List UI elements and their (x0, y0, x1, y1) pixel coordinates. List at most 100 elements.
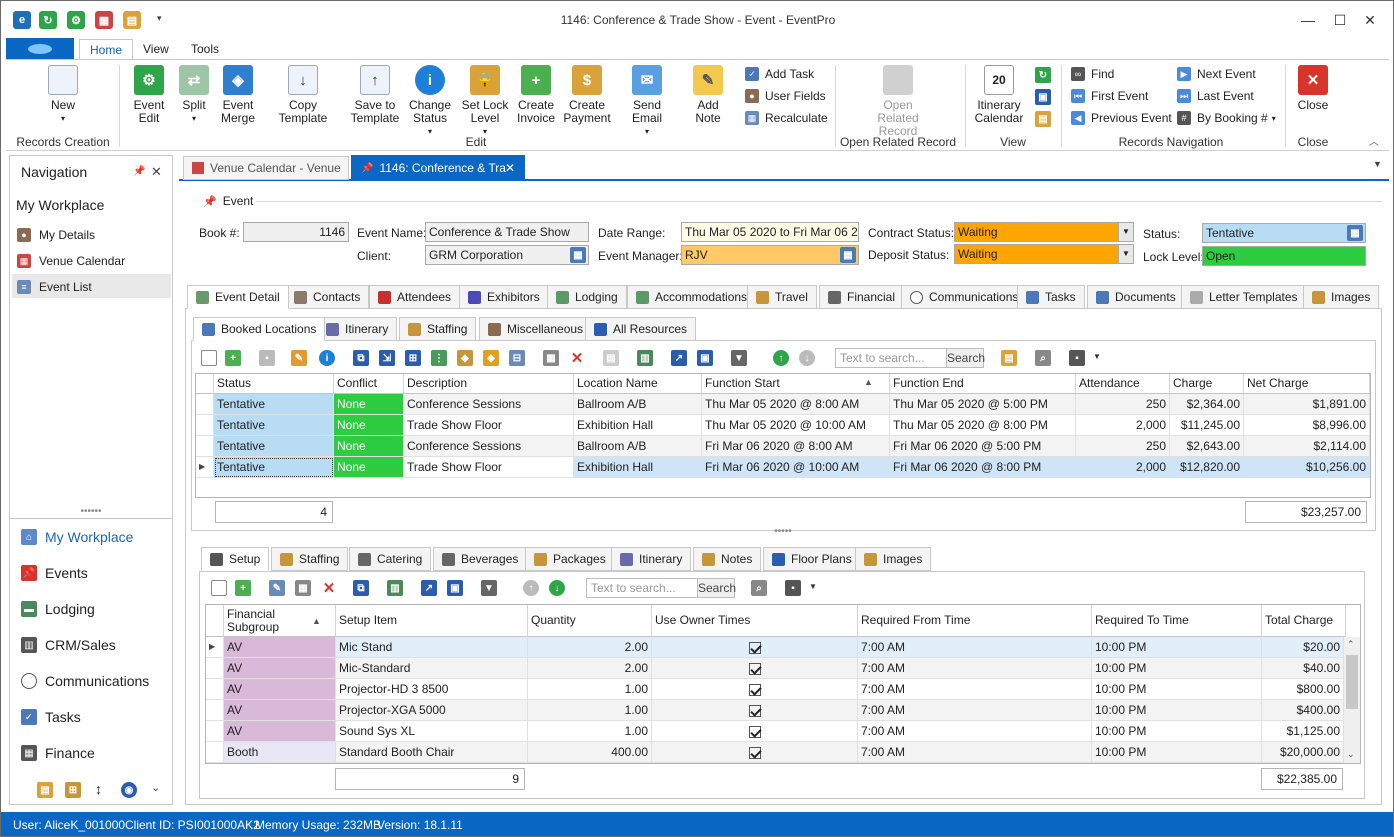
itinerary-calendar-button[interactable]: 20 Itinerary Calendar (973, 65, 1025, 125)
row-indicator[interactable] (206, 679, 224, 700)
table-cell[interactable]: $2,643.00 (1170, 436, 1244, 457)
table-cell[interactable]: Mic Stand (336, 637, 528, 658)
table-cell[interactable]: AV (224, 721, 336, 742)
column-header[interactable]: Setup Item (336, 605, 528, 637)
event-manager-field[interactable]: RJV (681, 245, 859, 265)
column-header[interactable]: Total Charge (1262, 605, 1346, 637)
table-cell[interactable]: Sound Sys XL (336, 721, 528, 742)
tab-contacts[interactable]: Contacts (285, 285, 370, 309)
deposit-dropdown-icon[interactable]: ▼ (1118, 245, 1133, 263)
export-icon[interactable]: ↗ (671, 350, 687, 366)
tab-setup[interactable]: Setup (201, 547, 270, 571)
tab-event-detail[interactable]: Event Detail (187, 285, 289, 309)
collapse-ribbon-icon[interactable]: ︿ (1369, 133, 1379, 148)
tag-icon[interactable]: ◈ (483, 350, 499, 366)
table-cell[interactable]: 1.00 (528, 721, 652, 742)
table-cell[interactable]: 10:00 PM (1092, 700, 1262, 721)
save-layout-icon[interactable]: ▪ (785, 580, 801, 596)
close-pane-icon[interactable]: ✕ (151, 164, 162, 180)
table-cell[interactable]: Thu Mar 05 2020 @ 8:00 AM (702, 394, 890, 415)
tab-itinerary[interactable]: Itinerary (317, 317, 398, 341)
refresh-view-icon[interactable]: ↻ (1035, 67, 1051, 83)
table-cell[interactable]: Tentative (214, 415, 334, 436)
nav-my-details[interactable]: ● My Details (17, 228, 95, 242)
event-edit-qat-icon[interactable]: ⚙ (67, 11, 85, 29)
table-cell[interactable]: 250 (1076, 394, 1170, 415)
table-cell[interactable]: 2.00 (528, 658, 652, 679)
row-indicator[interactable] (206, 700, 224, 721)
table-cell[interactable]: $12,820.00 (1170, 457, 1244, 478)
copy-location-icon[interactable]: ⧉ (353, 350, 369, 366)
checkmark-icon[interactable] (748, 725, 761, 738)
table-cell[interactable]: 7:00 AM (858, 742, 1092, 763)
table-cell[interactable]: Thu Mar 05 2020 @ 5:00 PM (890, 394, 1076, 415)
checkmark-icon[interactable] (748, 683, 761, 696)
open-related-record-button[interactable]: Open Related Record (859, 65, 937, 138)
status-lookup-icon[interactable]: ▦ (1347, 225, 1363, 241)
table-cell[interactable]: $1,125.00 (1262, 721, 1344, 742)
layout-dropdown-icon[interactable]: ▼ (1093, 352, 1101, 361)
table-cell[interactable]: Conference Sessions (404, 436, 574, 457)
table-cell[interactable]: AV (224, 700, 336, 721)
table-cell[interactable]: None (334, 415, 404, 436)
deposit-status-select[interactable]: Waiting (954, 244, 1134, 264)
doc-tabs-dropdown-icon[interactable]: ▼ (1373, 159, 1382, 169)
tab-all-resources[interactable]: All Resources (585, 317, 697, 341)
status-field[interactable]: Tentative (1202, 223, 1366, 243)
save-layout-icon[interactable]: ▪ (1069, 350, 1085, 366)
table-cell[interactable]: None (334, 436, 404, 457)
send-email-button[interactable]: ✉ Send Email ▾ (617, 65, 677, 138)
column-header[interactable]: Function End (890, 374, 1076, 394)
new-button[interactable]: New ▾ (41, 65, 85, 125)
column-header[interactable]: Charge (1170, 374, 1244, 394)
doc-tab-event-1146[interactable]: 📌 1146: Conference & Tra ✕ (351, 155, 525, 181)
row-indicator[interactable] (206, 721, 224, 742)
new-icon[interactable] (201, 350, 217, 366)
tab-view[interactable]: View (133, 39, 179, 60)
add-note-button[interactable]: ✎ Add Note (683, 65, 733, 125)
table-cell[interactable]: Thu Mar 05 2020 @ 8:00 PM (890, 415, 1076, 436)
scroll-down-icon[interactable]: ⌄ (1347, 749, 1355, 760)
nav-globe-icon[interactable]: ◉ (121, 782, 137, 798)
clipboard-icon[interactable]: ▤ (1001, 350, 1017, 366)
table-cell[interactable]: 7:00 AM (858, 658, 1092, 679)
table-cell[interactable]: 7:00 AM (858, 637, 1092, 658)
move-location-icon[interactable]: ⇲ (379, 350, 395, 366)
tab-bottom-itinerary[interactable]: Itinerary (611, 547, 692, 571)
details-icon[interactable]: ▣ (697, 350, 713, 366)
grid-icon[interactable]: ▦ (295, 580, 311, 596)
table-cell[interactable]: AV (224, 679, 336, 700)
column-header[interactable]: Conflict (334, 374, 404, 394)
table-cell[interactable]: 7:00 AM (858, 679, 1092, 700)
column-header[interactable]: Status (214, 374, 334, 394)
column-header[interactable]: Attendance (1076, 374, 1170, 394)
table-cell[interactable]: Trade Show Floor (404, 415, 574, 436)
column-header[interactable]: Quantity (528, 605, 652, 637)
event-name-field[interactable]: Conference & Trade Show (425, 222, 589, 242)
table-cell[interactable]: $11,245.00 (1170, 415, 1244, 436)
view-clipboard-icon[interactable]: ▤ (1035, 111, 1051, 127)
filter-icon[interactable]: ▼ (731, 350, 747, 366)
clipboard-qat-icon[interactable]: ▤ (123, 11, 141, 29)
qat-dropdown-icon[interactable]: ▾ (157, 13, 162, 24)
table-cell[interactable]: $2,114.00 (1244, 436, 1370, 457)
table-cell[interactable]: $10,256.00 (1244, 457, 1370, 478)
column-header[interactable]: Required From Time (858, 605, 1092, 637)
pane-splitter[interactable]: •••••• (9, 507, 173, 518)
next-event-button[interactable]: ▶ Next Event (1177, 65, 1256, 83)
column-header[interactable]: Net Charge (1244, 374, 1370, 394)
tab-travel[interactable]: Travel (747, 285, 817, 309)
tab-financial[interactable]: Financial (819, 285, 905, 309)
split-button[interactable]: ⇄ Split ▾ (175, 65, 213, 125)
table-cell[interactable]: 250 (1076, 436, 1170, 457)
checkmark-icon[interactable] (748, 704, 761, 717)
row-indicator[interactable] (206, 658, 224, 679)
column-header[interactable]: Description (404, 374, 574, 394)
nav-network-icon[interactable]: ⊞ (65, 782, 81, 798)
table-cell[interactable]: Mic-Standard (336, 658, 528, 679)
move-down-icon[interactable]: ↓ (549, 580, 565, 596)
table-cell[interactable]: 400.00 (528, 742, 652, 763)
tab-bottom-images[interactable]: Images (855, 547, 932, 571)
checkmark-icon[interactable] (748, 641, 761, 654)
table-cell[interactable]: 10:00 PM (1092, 679, 1262, 700)
